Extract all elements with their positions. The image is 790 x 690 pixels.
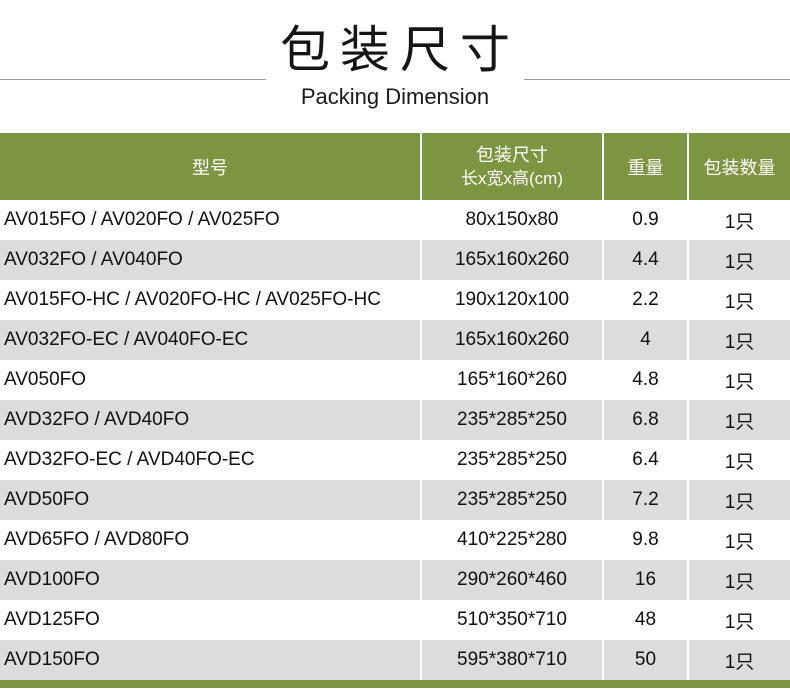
model-cell: AVD125FO <box>4 609 100 630</box>
quantity-cell: 1只 <box>687 520 790 560</box>
table-row: AV015FO / AV020FO / AV025FO 80x150x80 0.… <box>0 200 790 240</box>
packing-dimension-table: 型号 包装尺寸 长x宽x高(cm) 重量 包装数量 AV015FO / AV02… <box>0 133 790 680</box>
size-cell: 165x160x260 <box>420 240 602 280</box>
weight-cell: 9.8 <box>602 520 687 560</box>
weight-cell: 48 <box>602 600 687 640</box>
quantity-cell: 1只 <box>687 600 790 640</box>
table-row: AVD32FO / AVD40FO 235*285*250 6.8 1只 <box>0 400 790 440</box>
quantity-cell: 1只 <box>687 200 790 240</box>
quantity-cell: 1只 <box>687 360 790 400</box>
size-cell: 165x160x260 <box>420 320 602 360</box>
table-row: AV050FO 165*160*260 4.8 1只 <box>0 360 790 400</box>
model-cell: AV032FO / AV040FO <box>4 249 183 270</box>
header-size-line1: 包装尺寸 <box>476 144 548 165</box>
header-size-line2: 长x宽x高(cm) <box>461 168 563 188</box>
weight-cell: 16 <box>602 560 687 600</box>
quantity-cell: 1只 <box>687 280 790 320</box>
weight-cell: 7.2 <box>602 480 687 520</box>
weight-cell: 4 <box>602 320 687 360</box>
table-row: AV032FO / AV040FO 165x160x260 4.4 1只 <box>0 240 790 280</box>
model-cell: AV032FO-EC / AV040FO-EC <box>4 329 249 350</box>
table-row: AVD65FO / AVD80FO 410*225*280 9.8 1只 <box>0 520 790 560</box>
table-row: AVD125FO 510*350*710 48 1只 <box>0 600 790 640</box>
weight-cell: 4.4 <box>602 240 687 280</box>
table-header-row: 型号 包装尺寸 长x宽x高(cm) 重量 包装数量 <box>0 133 790 200</box>
model-cell: AVD32FO / AVD40FO <box>4 409 190 430</box>
size-cell: 290*260*460 <box>420 560 602 600</box>
model-cell: AV015FO / AV020FO / AV025FO <box>4 209 280 230</box>
header-size: 包装尺寸 长x宽x高(cm) <box>420 133 602 200</box>
table-row: AVD50FO 235*285*250 7.2 1只 <box>0 480 790 520</box>
table-row: AVD150FO 595*380*710 50 1只 <box>0 640 790 680</box>
size-cell: 410*225*280 <box>420 520 602 560</box>
model-cell: AVD65FO / AVD80FO <box>4 529 190 550</box>
quantity-cell: 1只 <box>687 240 790 280</box>
size-cell: 510*350*710 <box>420 600 602 640</box>
weight-cell: 6.8 <box>602 400 687 440</box>
quantity-cell: 1只 <box>687 480 790 520</box>
header-weight: 重量 <box>602 133 687 200</box>
weight-cell: 50 <box>602 640 687 680</box>
size-cell: 235*285*250 <box>420 400 602 440</box>
page-title: 包装尺寸 <box>280 22 520 78</box>
size-cell: 595*380*710 <box>420 640 602 680</box>
model-cell: AVD150FO <box>4 649 100 670</box>
bottom-accent-bar <box>0 680 790 688</box>
quantity-cell: 1只 <box>687 400 790 440</box>
weight-cell: 0.9 <box>602 200 687 240</box>
header-model: 型号 <box>192 157 228 178</box>
title-divider-left <box>0 79 266 80</box>
table-row: AV032FO-EC / AV040FO-EC 165x160x260 4 1只 <box>0 320 790 360</box>
size-cell: 235*285*250 <box>420 480 602 520</box>
size-cell: 165*160*260 <box>420 360 602 400</box>
page-subtitle: Packing Dimension <box>300 84 490 109</box>
header-quantity: 包装数量 <box>687 133 790 200</box>
model-cell: AV050FO <box>4 369 87 390</box>
weight-cell: 6.4 <box>602 440 687 480</box>
title-divider-right <box>524 79 790 80</box>
quantity-cell: 1只 <box>687 640 790 680</box>
quantity-cell: 1只 <box>687 440 790 480</box>
weight-cell: 4.8 <box>602 360 687 400</box>
table-row: AVD32FO-EC / AVD40FO-EC 235*285*250 6.4 … <box>0 440 790 480</box>
model-cell: AVD50FO <box>4 489 90 510</box>
weight-cell: 2.2 <box>602 280 687 320</box>
size-cell: 235*285*250 <box>420 440 602 480</box>
model-cell: AVD100FO <box>4 569 100 590</box>
table-body: AV015FO / AV020FO / AV025FO 80x150x80 0.… <box>0 200 790 680</box>
model-cell: AV015FO-HC / AV020FO-HC / AV025FO-HC <box>4 289 381 310</box>
table-row: AV015FO-HC / AV020FO-HC / AV025FO-HC 190… <box>0 280 790 320</box>
size-cell: 190x120x100 <box>420 280 602 320</box>
quantity-cell: 1只 <box>687 560 790 600</box>
table-row: AVD100FO 290*260*460 16 1只 <box>0 560 790 600</box>
size-cell: 80x150x80 <box>420 200 602 240</box>
quantity-cell: 1只 <box>687 320 790 360</box>
model-cell: AVD32FO-EC / AVD40FO-EC <box>4 449 255 470</box>
